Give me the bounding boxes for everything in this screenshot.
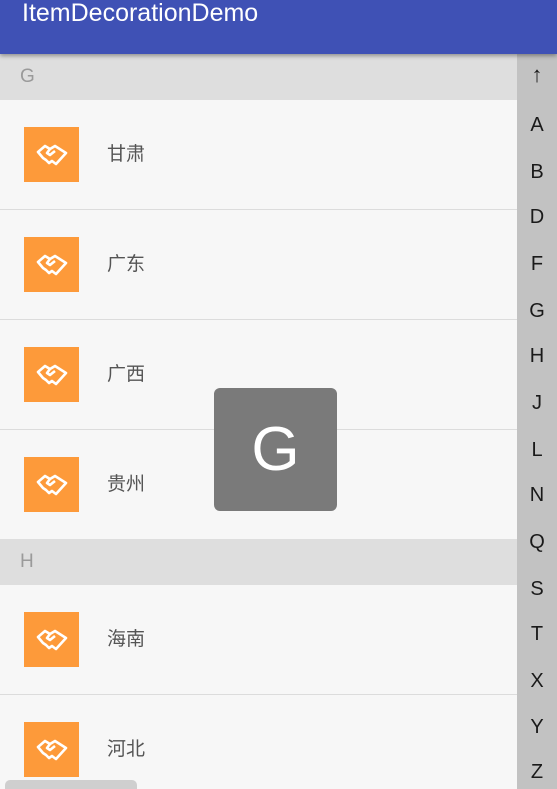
section-header: H [0,539,517,585]
app-title: ItemDecorationDemo [22,0,259,27]
index-item-t[interactable]: T [517,623,557,646]
list-item-label: 河北 [107,738,146,760]
handshake-icon [24,722,79,777]
index-item-z[interactable]: Z [517,761,557,784]
section-header: G [0,54,517,100]
index-item-s[interactable]: S [517,578,557,601]
list-item-label: 海南 [107,628,146,650]
index-letter-overlay: G [214,388,337,511]
overlay-letter: G [251,415,300,484]
list-item[interactable]: 河北 [0,695,517,789]
alphabet-index-bar[interactable]: ↑ A B D F G H J L N Q S T X Y Z [517,54,557,789]
index-item-y[interactable]: Y [517,716,557,739]
index-item-n[interactable]: N [517,484,557,507]
list-item-label: 甘肃 [107,143,146,165]
index-item-h[interactable]: H [517,345,557,368]
list-item[interactable]: 甘肃 [0,100,517,210]
list-item[interactable]: 广东 [0,210,517,320]
index-item-a[interactable]: A [517,114,557,137]
handshake-icon [24,347,79,402]
list-item-label: 广西 [107,363,146,385]
scroll-indicator[interactable] [5,780,137,789]
handshake-icon [24,457,79,512]
index-item-q[interactable]: Q [517,531,557,554]
index-item-top[interactable]: ↑ [517,62,557,88]
index-item-f[interactable]: F [517,253,557,276]
index-item-d[interactable]: D [517,206,557,229]
index-item-x[interactable]: X [517,670,557,693]
list-item-label: 广东 [107,253,146,275]
list-item[interactable]: 海南 [0,585,517,695]
index-item-j[interactable]: J [517,392,557,415]
index-item-g[interactable]: G [517,300,557,323]
app-bar: ItemDecorationDemo [0,0,557,54]
list-item-label: 贵州 [107,473,146,495]
handshake-icon [24,127,79,182]
handshake-icon [24,612,79,667]
index-item-l[interactable]: L [517,439,557,462]
index-item-b[interactable]: B [517,161,557,184]
handshake-icon [24,237,79,292]
